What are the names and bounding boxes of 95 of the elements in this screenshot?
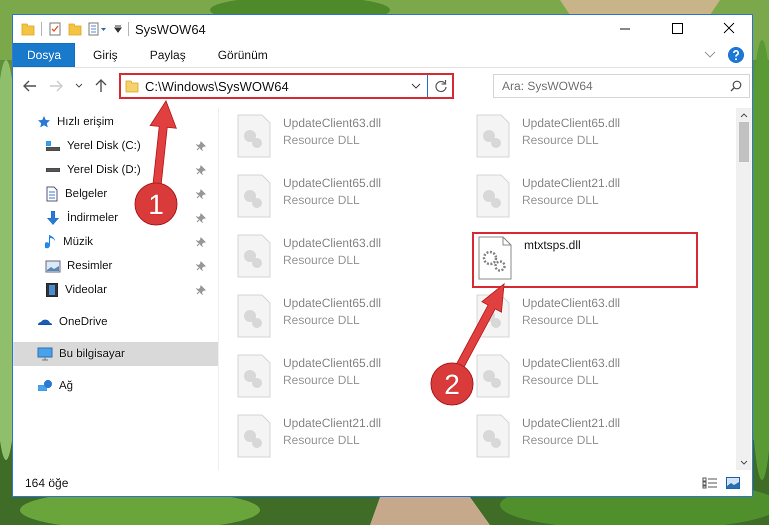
address-path: C:\Windows\SysWOW64	[145, 78, 290, 94]
file-type: Resource DLL	[283, 433, 361, 447]
address-field[interactable]: C:\Windows\SysWOW64	[119, 73, 454, 99]
folder-icon[interactable]	[68, 22, 82, 36]
nav-item[interactable]: Hızlı erişim	[13, 110, 218, 134]
step-badge: 2	[430, 362, 474, 406]
properties-icon[interactable]	[88, 22, 108, 36]
file-type: Resource DLL	[522, 193, 600, 207]
scroll-thumb[interactable]	[739, 122, 749, 162]
file-name: mtxtsps.dll	[524, 238, 581, 252]
star-icon	[37, 115, 51, 129]
cloud-icon	[37, 318, 53, 326]
pin-icon[interactable]	[196, 285, 206, 295]
chevron-icon[interactable]	[411, 83, 421, 89]
file-type: Resource DLL	[522, 133, 600, 147]
file-name: UpdateClient63.dll	[283, 236, 382, 250]
monitor-icon	[37, 347, 53, 361]
file-name: UpdateClient65.dll	[283, 176, 382, 190]
nav-label: Resimler	[67, 260, 112, 272]
nav-label: İndirmeler	[67, 212, 118, 224]
nav-label: Yerel Disk (C:)	[67, 140, 141, 152]
thumbnail-view-icon[interactable]	[726, 477, 740, 489]
refresh-icon[interactable]	[434, 79, 448, 93]
file-type: Resource DLL	[283, 193, 361, 207]
nav-item[interactable]: Resimler	[45, 260, 112, 272]
file-name: UpdateClient65.dll	[283, 356, 382, 370]
file-type: Resource DLL	[522, 373, 600, 387]
document-icon	[45, 186, 59, 202]
file-name: UpdateClient63.dll	[522, 296, 620, 310]
file-type: Resource DLL	[283, 253, 361, 267]
file-name: UpdateClient65.dll	[283, 296, 382, 310]
pin-icon[interactable]	[196, 237, 206, 247]
gear-file-icon[interactable]	[478, 236, 512, 280]
drive-icon	[45, 168, 61, 172]
nav-item[interactable]: Bu bilgisayar	[13, 342, 218, 366]
nav-item[interactable]: OneDrive	[13, 310, 218, 334]
nav-item[interactable]: Ağ	[13, 374, 218, 398]
nav-label: Yerel Disk (D:)	[67, 164, 141, 176]
nav-item[interactable]: Yerel Disk (C:)	[45, 140, 141, 152]
search-field[interactable]: Ara: SysWOW64	[493, 74, 750, 98]
nav-label: Bu bilgisayar	[59, 348, 125, 360]
caret-icon[interactable]	[114, 25, 122, 33]
image-icon	[45, 260, 61, 272]
folder-icon[interactable]	[21, 22, 35, 36]
nav-item[interactable]: Belgeler	[45, 186, 108, 202]
chevron-icon[interactable]	[75, 83, 83, 89]
window-title: SysWOW64	[135, 22, 206, 36]
download-arrow-icon	[45, 210, 61, 226]
file-type: Resource DLL	[283, 133, 361, 147]
file-item[interactable]: mtxtsps.dll	[472, 232, 698, 288]
drive-icon	[45, 140, 61, 152]
file-type: Resource DLL	[283, 373, 361, 387]
nav-item[interactable]: Yerel Disk (D:)	[45, 164, 141, 176]
down-caret-icon[interactable]	[740, 460, 748, 466]
file-type: Resource DLL	[283, 313, 361, 327]
nav-label: Hızlı erişim	[57, 116, 114, 128]
details-view-icon[interactable]	[702, 477, 718, 489]
music-note-icon	[45, 234, 57, 250]
nav-label: Belgeler	[65, 188, 108, 200]
nav-label: Müzik	[63, 236, 94, 248]
nav-item[interactable]: Videolar	[45, 282, 107, 298]
ribbon-tab[interactable]: Paylaş	[136, 43, 200, 67]
pin-icon[interactable]	[196, 213, 206, 223]
item-count: 164 öğe	[25, 476, 68, 490]
file-name: UpdateClient63.dll	[522, 356, 620, 370]
pin-icon[interactable]	[196, 261, 206, 271]
ribbon-tab[interactable]: Dosya	[13, 43, 76, 67]
file-name: UpdateClient65.dll	[522, 116, 620, 130]
nav-label: Ağ	[59, 380, 74, 392]
file-type: Resource DLL	[522, 433, 600, 447]
nav-item[interactable]: İndirmeler	[45, 210, 118, 226]
up-arrow-icon[interactable]	[95, 79, 107, 93]
pin-icon[interactable]	[196, 189, 206, 199]
file-name: UpdateClient21.dll	[283, 416, 382, 430]
nav-label: OneDrive	[59, 316, 108, 328]
ribbon-tab[interactable]: Giriş	[79, 43, 132, 67]
forward-arrow-icon[interactable]	[49, 80, 63, 92]
back-arrow-icon[interactable]	[23, 80, 37, 92]
file-type: Resource DLL	[522, 313, 600, 327]
folder-icon	[125, 79, 139, 93]
file-name: UpdateClient21.dll	[522, 176, 620, 190]
step-badge: 1	[134, 182, 178, 226]
nav-label: Videolar	[65, 284, 107, 296]
pin-icon[interactable]	[196, 141, 206, 151]
film-icon	[45, 282, 59, 298]
network-icon	[37, 379, 53, 393]
up-caret-icon[interactable]	[740, 112, 748, 118]
ribbon-tab[interactable]: Görünüm	[204, 43, 282, 67]
file-name: UpdateClient21.dll	[522, 416, 620, 430]
scrollbar[interactable]	[736, 108, 752, 470]
nav-item[interactable]: Müzik	[45, 234, 94, 250]
pin-icon[interactable]	[196, 165, 206, 175]
file-name: UpdateClient63.dll	[283, 116, 382, 130]
checklist-icon[interactable]	[48, 22, 62, 36]
help-icon[interactable]	[728, 47, 744, 63]
